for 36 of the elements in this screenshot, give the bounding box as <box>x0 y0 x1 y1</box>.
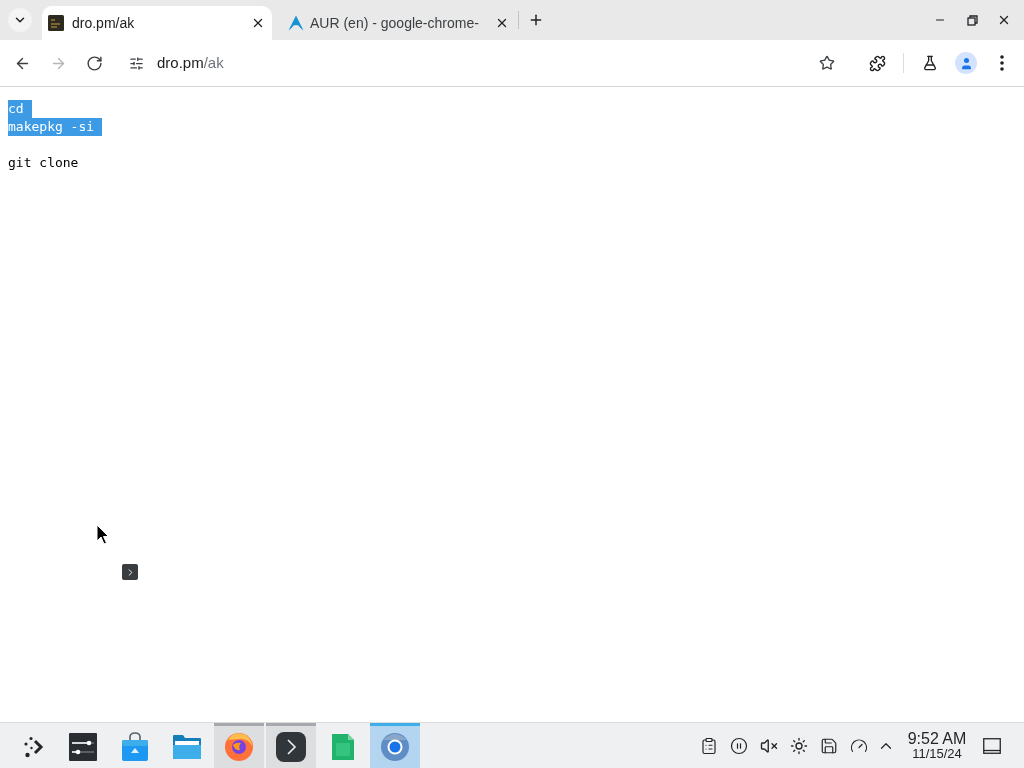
url-text[interactable]: dro.pm/ak <box>157 51 224 75</box>
puzzle-icon <box>868 54 886 72</box>
terminal-favicon-icon <box>48 15 64 31</box>
clock-date[interactable]: 11/15/24 <box>912 746 962 761</box>
brightness-icon[interactable] <box>790 736 808 755</box>
ring-browser-icon <box>380 732 410 762</box>
taskbar-app-button[interactable] <box>266 723 316 768</box>
terminal-icon <box>276 732 306 762</box>
expand-button[interactable] <box>122 564 138 580</box>
triangle-favicon-icon <box>288 15 304 31</box>
shopping-bag-icon <box>121 732 149 762</box>
menu-icon <box>1000 55 1004 71</box>
reload-icon <box>85 54 103 72</box>
restore-icon <box>966 14 978 26</box>
flask-icon <box>922 55 938 71</box>
tab-search-button[interactable] <box>8 8 32 32</box>
browser-tab[interactable]: AUR (en) - google-chrome- <box>282 6 514 40</box>
clipboard-icon[interactable] <box>700 736 718 755</box>
tune-icon <box>128 55 144 71</box>
gauge-icon[interactable] <box>850 736 868 755</box>
code-line: git clone <box>8 154 79 172</box>
plus-icon <box>528 12 544 28</box>
sliders-icon <box>69 733 97 761</box>
mouse-cursor-icon <box>96 524 109 545</box>
browser-tab[interactable]: dro.pm/ak <box>42 6 272 40</box>
pause-icon[interactable] <box>730 736 748 755</box>
speaker-muted-icon[interactable] <box>760 736 778 755</box>
avatar-icon <box>955 52 977 74</box>
show-desktop-icon[interactable] <box>983 737 1001 754</box>
close-icon <box>495 16 509 30</box>
close-icon <box>251 16 265 30</box>
spreadsheet-icon <box>331 733 355 761</box>
close-icon <box>997 13 1011 27</box>
browser-globe-icon <box>224 732 254 762</box>
clock-time[interactable]: 9:52 AM <box>907 730 967 747</box>
folder-icon <box>172 734 202 760</box>
